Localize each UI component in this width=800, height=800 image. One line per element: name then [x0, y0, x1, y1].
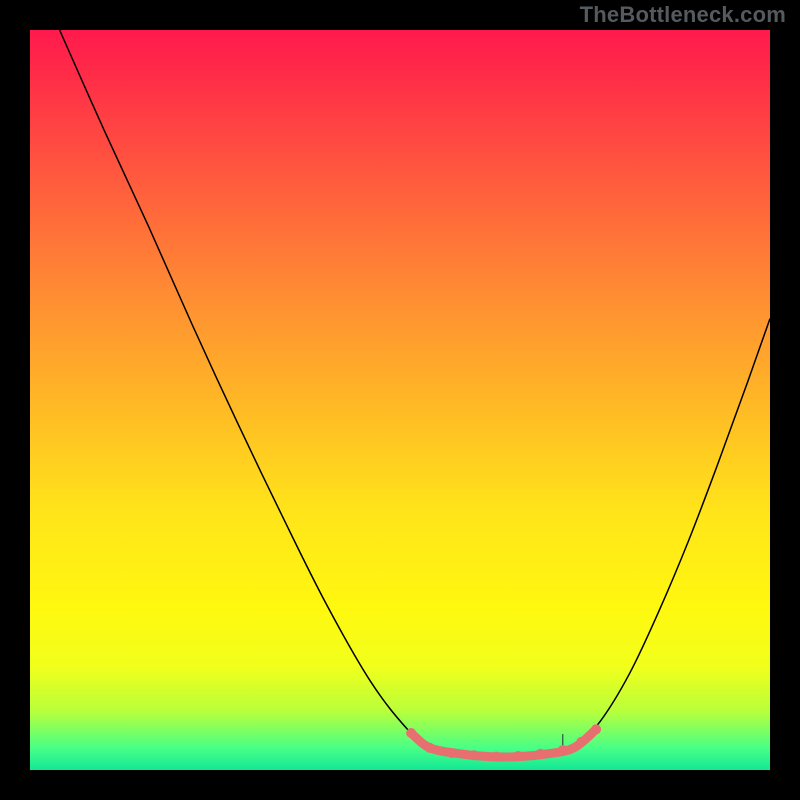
series-curve-left — [60, 30, 430, 748]
dot-highlight-dots — [447, 748, 457, 758]
dot-highlight-dots — [558, 745, 568, 755]
dot-highlight-dots — [536, 749, 546, 759]
dot-highlight-dots — [513, 751, 523, 761]
dot-highlight-dots — [406, 728, 416, 738]
series-highlight-band — [411, 729, 596, 757]
chart-overlay — [30, 30, 770, 770]
dot-highlight-dots — [591, 724, 601, 734]
series-curve-right — [574, 319, 770, 748]
dot-highlight-dots — [469, 750, 479, 760]
dot-highlight-dots — [491, 752, 501, 762]
plot-area — [30, 30, 770, 770]
chart-canvas: TheBottleneck.com — [0, 0, 800, 800]
dot-highlight-dots — [576, 737, 586, 747]
series-layer — [60, 30, 770, 762]
watermark-text: TheBottleneck.com — [580, 2, 786, 28]
dot-highlight-dots — [425, 743, 435, 753]
